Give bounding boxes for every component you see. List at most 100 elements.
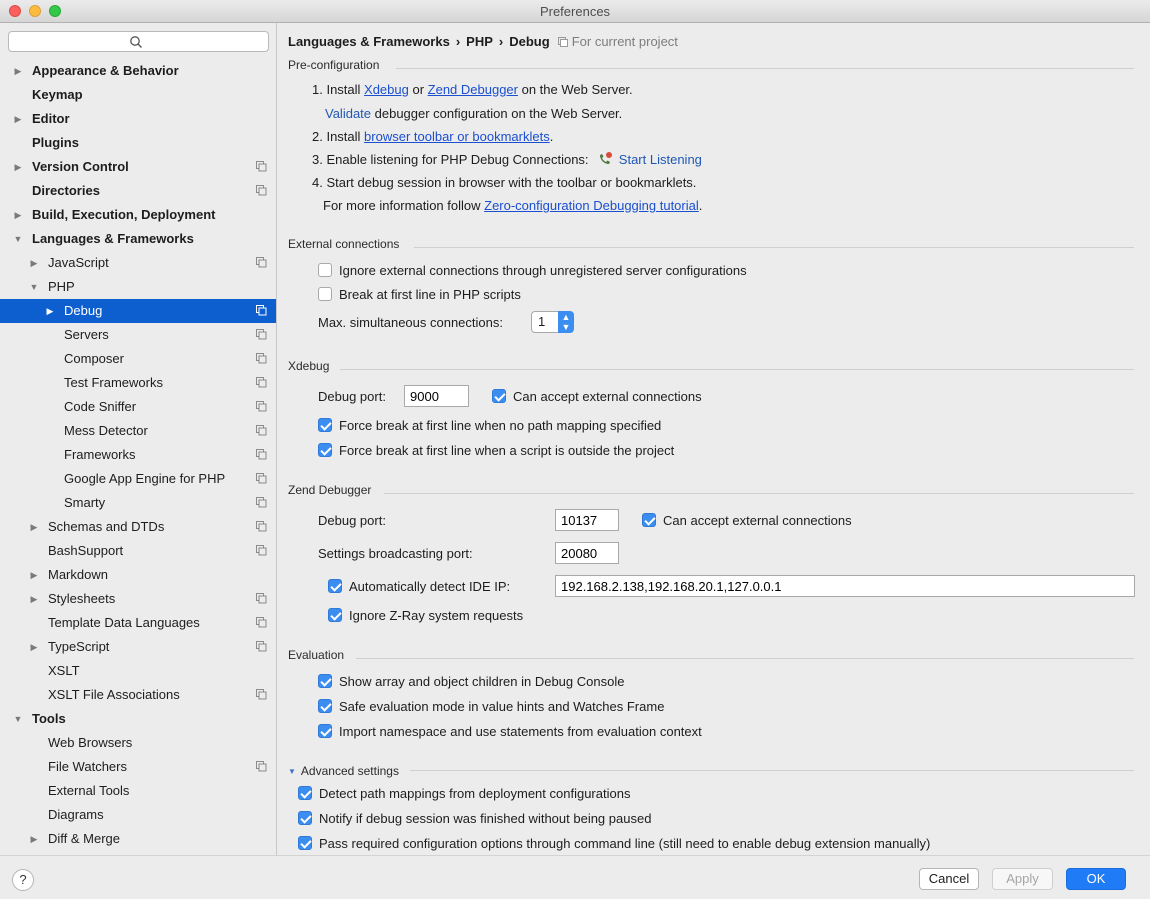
sidebar-item[interactable]: ▼ Tools: [0, 707, 276, 731]
sidebar-item[interactable]: ▶ JavaScript: [0, 251, 276, 275]
sidebar-item-label: Build, Execution, Deployment: [32, 207, 216, 222]
sidebar-item[interactable]: Diagrams: [0, 803, 276, 827]
zend-accept-option[interactable]: Can accept external connections: [642, 513, 852, 528]
ignore-zray-checkbox[interactable]: [328, 608, 342, 622]
collapsed-arrow-icon[interactable]: ▶: [12, 203, 24, 227]
xdebug-accept-checkbox[interactable]: [492, 389, 506, 403]
broadcast-port-input[interactable]: [555, 542, 619, 564]
pass-options-checkbox[interactable]: [298, 836, 312, 850]
sidebar-item[interactable]: Directories: [0, 179, 276, 203]
sidebar-item[interactable]: Smarty: [0, 491, 276, 515]
search-input[interactable]: [8, 31, 269, 52]
spinner-arrows[interactable]: ▲ ▼: [558, 311, 574, 333]
sidebar-item[interactable]: Web Browsers: [0, 731, 276, 755]
import-namespace-checkbox[interactable]: [318, 724, 332, 738]
force-break-outside-checkbox[interactable]: [318, 443, 332, 457]
collapsed-arrow-icon[interactable]: ▶: [12, 107, 24, 131]
sidebar-item[interactable]: Test Frameworks: [0, 371, 276, 395]
collapsed-arrow-icon[interactable]: ▶: [28, 515, 40, 539]
force-break-outside-option[interactable]: Force break at first line when a script …: [318, 443, 674, 458]
sidebar-item[interactable]: ▶ Version Control: [0, 155, 276, 179]
spinner-down-icon[interactable]: ▼: [558, 322, 574, 332]
zend-port-input[interactable]: [555, 509, 619, 531]
sidebar-item[interactable]: ▶ Editor: [0, 107, 276, 131]
ignore-external-option[interactable]: Ignore external connections through unre…: [318, 263, 747, 278]
collapsed-arrow-icon[interactable]: ▶: [44, 299, 56, 323]
eval-option-2[interactable]: Safe evaluation mode in value hints and …: [318, 699, 664, 714]
external-section-title: External connections: [288, 237, 400, 251]
zero-config-tutorial-link[interactable]: Zero-configuration Debugging tutorial: [484, 198, 699, 213]
zend-accept-checkbox[interactable]: [642, 513, 656, 527]
sidebar-item[interactable]: ▶ Appearance & Behavior: [0, 59, 276, 83]
sidebar-item[interactable]: Plugins: [0, 131, 276, 155]
zend-debugger-link[interactable]: Zend Debugger: [428, 82, 518, 97]
collapsed-arrow-icon[interactable]: ▶: [28, 251, 40, 275]
sidebar-item[interactable]: File Watchers: [0, 755, 276, 779]
spinner-up-icon[interactable]: ▲: [558, 312, 574, 322]
break-first-line-checkbox[interactable]: [318, 287, 332, 301]
sidebar-item[interactable]: XSLT File Associations: [0, 683, 276, 707]
sidebar-item[interactable]: ▶ Schemas and DTDs: [0, 515, 276, 539]
detect-mappings-checkbox[interactable]: [298, 786, 312, 800]
sidebar-item[interactable]: Mess Detector: [0, 419, 276, 443]
sidebar-item[interactable]: ▶ Debug: [0, 299, 276, 323]
sidebar-item[interactable]: ▶ Build, Execution, Deployment: [0, 203, 276, 227]
validate-link[interactable]: Validate: [325, 106, 371, 121]
eval-option-3[interactable]: Import namespace and use statements from…: [318, 724, 702, 739]
safe-eval-checkbox[interactable]: [318, 699, 332, 713]
sidebar-item[interactable]: Google App Engine for PHP: [0, 467, 276, 491]
sidebar-item[interactable]: ▶ Markdown: [0, 563, 276, 587]
adv-option-3[interactable]: Pass required configuration options thro…: [298, 836, 930, 851]
xdebug-link[interactable]: Xdebug: [364, 82, 409, 97]
collapse-arrow-icon[interactable]: ▼: [288, 767, 296, 776]
notify-finished-checkbox[interactable]: [298, 811, 312, 825]
collapsed-arrow-icon[interactable]: ▶: [12, 59, 24, 83]
collapsed-arrow-icon[interactable]: ▶: [12, 155, 24, 179]
expanded-arrow-icon[interactable]: ▼: [12, 227, 24, 251]
help-button[interactable]: ?: [12, 869, 34, 891]
sidebar-item[interactable]: Frameworks: [0, 443, 276, 467]
ignore-external-checkbox[interactable]: [318, 263, 332, 277]
collapsed-arrow-icon[interactable]: ▶: [28, 563, 40, 587]
collapsed-arrow-icon[interactable]: ▶: [28, 587, 40, 611]
sidebar-item[interactable]: External Tools: [0, 779, 276, 803]
force-break-no-mapping-option[interactable]: Force break at first line when no path m…: [318, 418, 661, 433]
max-connections-value[interactable]: 1: [531, 311, 559, 333]
adv-option-2[interactable]: Notify if debug session was finished wit…: [298, 811, 651, 826]
apply-button[interactable]: Apply: [992, 868, 1053, 890]
show-children-checkbox[interactable]: [318, 674, 332, 688]
sidebar-item[interactable]: XSLT: [0, 659, 276, 683]
sidebar-item[interactable]: ▶ TypeScript: [0, 635, 276, 659]
expanded-arrow-icon[interactable]: ▼: [28, 275, 40, 299]
collapsed-arrow-icon[interactable]: ▶: [28, 827, 40, 851]
advanced-section-toggle[interactable]: ▼ Advanced settings: [288, 764, 399, 778]
detect-ide-ip-checkbox[interactable]: [328, 579, 342, 593]
sidebar-item[interactable]: Code Sniffer: [0, 395, 276, 419]
force-break-no-mapping-checkbox[interactable]: [318, 418, 332, 432]
sidebar-item[interactable]: Template Data Languages: [0, 611, 276, 635]
adv-option-1[interactable]: Detect path mappings from deployment con…: [298, 786, 630, 801]
detect-ide-ip-option[interactable]: Automatically detect IDE IP:: [328, 579, 510, 594]
sidebar-item[interactable]: Composer: [0, 347, 276, 371]
ide-ip-input[interactable]: [555, 575, 1135, 597]
sidebar-item[interactable]: ▶ Stylesheets: [0, 587, 276, 611]
sidebar-item[interactable]: ▼ PHP: [0, 275, 276, 299]
zend-section-title: Zend Debugger: [288, 483, 372, 497]
expanded-arrow-icon[interactable]: ▼: [12, 707, 24, 731]
xdebug-accept-option[interactable]: Can accept external connections: [492, 389, 702, 404]
ignore-zray-option[interactable]: Ignore Z-Ray system requests: [328, 608, 523, 623]
project-scope-icon: [256, 377, 267, 388]
collapsed-arrow-icon[interactable]: ▶: [28, 635, 40, 659]
ok-button[interactable]: OK: [1066, 868, 1126, 890]
xdebug-port-input[interactable]: [404, 385, 469, 407]
sidebar-item[interactable]: BashSupport: [0, 539, 276, 563]
cancel-button[interactable]: Cancel: [919, 868, 979, 890]
sidebar-item[interactable]: Servers: [0, 323, 276, 347]
break-first-line-option[interactable]: Break at first line in PHP scripts: [318, 287, 521, 302]
browser-toolbar-link[interactable]: browser toolbar or bookmarklets: [364, 129, 550, 144]
sidebar-item[interactable]: Keymap: [0, 83, 276, 107]
eval-option-1[interactable]: Show array and object children in Debug …: [318, 674, 624, 689]
sidebar-item[interactable]: ▼ Languages & Frameworks: [0, 227, 276, 251]
sidebar-item[interactable]: ▶ Diff & Merge: [0, 827, 276, 851]
start-listening-link[interactable]: Start Listening: [619, 152, 702, 167]
